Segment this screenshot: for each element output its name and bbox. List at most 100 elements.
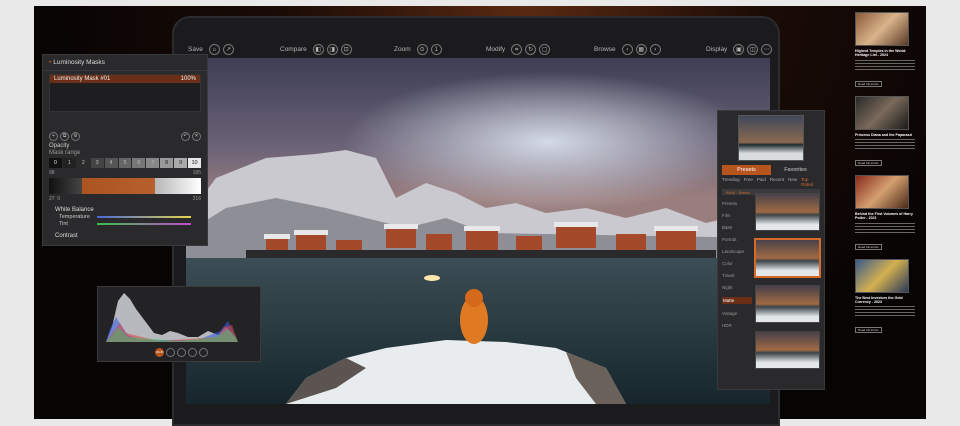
collapse-icon[interactable]: • <box>49 59 51 66</box>
delete-mask-icon[interactable]: ✕ <box>192 132 201 141</box>
category-item[interactable]: Landscape <box>722 249 752 254</box>
category-item[interactable]: Presets <box>722 201 752 206</box>
compare-label: Compare <box>280 46 307 53</box>
tab-favorites[interactable]: Favorites <box>771 165 820 175</box>
filter-free[interactable]: Free <box>744 177 753 187</box>
contrast-label: Contrast <box>55 233 78 239</box>
browse-prev-button[interactable]: ‹ <box>621 44 633 55</box>
filter-paid[interactable]: Paid <box>757 177 766 187</box>
transform-button[interactable]: ▢ <box>539 44 551 55</box>
range-selection <box>82 178 156 194</box>
add-mask-icon[interactable]: + <box>49 132 58 141</box>
browse-next-button[interactable]: › <box>649 44 661 55</box>
blue-channel-button[interactable] <box>188 348 197 357</box>
category-item[interactable]: Portrait <box>722 237 752 242</box>
filter-recent[interactable]: Recent <box>770 177 784 187</box>
category-item-active[interactable]: Matte <box>722 297 752 304</box>
undo-icon[interactable]: ↶ <box>181 132 190 141</box>
duplicate-mask-icon[interactable]: ⧉ <box>60 132 69 141</box>
save-button[interactable]: ⌂ <box>208 44 220 55</box>
crop-button[interactable]: ⌗ <box>511 44 523 55</box>
preset-thumbnail-selected[interactable] <box>755 239 820 277</box>
save-label: Save <box>188 46 203 53</box>
read-more-link[interactable]: Read full article <box>855 80 882 87</box>
range-9[interactable]: 9 <box>174 158 188 168</box>
filter-trending[interactable]: Trending <box>722 177 740 187</box>
main-photo[interactable] <box>186 58 770 404</box>
histogram-channel-buttons: RGB <box>155 348 208 357</box>
panel-title: • Luminosity Masks <box>43 55 207 71</box>
preset-thumbnail[interactable] <box>755 193 820 231</box>
range-8[interactable]: 8 <box>160 158 174 168</box>
histogram-panel: RGB <box>97 286 261 362</box>
category-item[interactable]: Film <box>722 213 752 218</box>
tab-presets[interactable]: Presets <box>722 165 771 175</box>
share-button[interactable]: ↗ <box>222 44 234 55</box>
compare-side-button[interactable]: ◨ <box>326 44 338 55</box>
rotate-button[interactable]: ↻ <box>525 44 537 55</box>
temperature-row: Temperature <box>59 214 191 220</box>
preset-browser: Presets Film B&W Portrait Landscape Colo… <box>722 193 820 385</box>
range-2[interactable]: 2 <box>76 158 90 168</box>
green-channel-button[interactable] <box>177 348 186 357</box>
gradient-left2-value: 0 <box>57 196 61 202</box>
tint-slider[interactable] <box>97 223 191 225</box>
tint-row: Tint <box>59 221 191 227</box>
settings-mask-icon[interactable]: ⚙ <box>71 132 80 141</box>
preset-preview <box>738 115 804 161</box>
tint-label: Tint <box>59 221 68 227</box>
news-title: Princess Diana and the Paparazzi <box>855 132 913 137</box>
range-0[interactable]: 0 <box>49 158 62 168</box>
category-item[interactable]: HDR <box>722 323 752 328</box>
temperature-slider[interactable] <box>97 216 191 218</box>
news-item[interactable]: The Best Investors the Gold Currency - 2… <box>855 258 915 337</box>
zoom-label: Zoom <box>394 46 411 53</box>
preset-thumbnail[interactable] <box>755 331 820 369</box>
luma-channel-button[interactable] <box>199 348 208 357</box>
histogram-graph <box>106 293 238 342</box>
display-full-button[interactable]: ◫ <box>747 44 759 55</box>
range-10[interactable]: 10 <box>188 158 201 168</box>
category-item[interactable]: B&W <box>722 225 752 230</box>
display-panels-button[interactable]: ▣ <box>733 44 745 55</box>
range-1[interactable]: 1 <box>62 158 76 168</box>
presets-panel: Presets Favorites Trending Free Paid Rec… <box>717 110 825 390</box>
read-more-link[interactable]: Read full article <box>855 159 882 166</box>
category-item[interactable]: Vintage <box>722 311 752 316</box>
news-text <box>855 138 915 151</box>
category-item[interactable]: Travel <box>722 273 752 278</box>
compare-split-button[interactable]: ◧ <box>312 44 324 55</box>
read-more-link[interactable]: Read full article <box>855 243 882 250</box>
filter-top-rated[interactable]: Top Rated <box>801 177 820 187</box>
mask-item[interactable]: Luminosity Mask #01 100% <box>50 75 200 83</box>
range-5[interactable]: 5 <box>118 158 132 168</box>
display-more-button[interactable]: ⋯ <box>761 44 773 55</box>
read-more-link[interactable]: Read full article <box>855 327 882 334</box>
news-item[interactable]: Behind the First Volumes of Harry Potter… <box>855 174 915 253</box>
mask-range-label: Mask range <box>49 150 81 156</box>
preset-categories: Presets Film B&W Portrait Landscape Colo… <box>722 193 752 385</box>
compare-toggle-button[interactable]: ⊡ <box>340 44 352 55</box>
news-item[interactable]: Highest Temples in the World: Heritage L… <box>855 12 915 90</box>
range-4[interactable]: 4 <box>104 158 118 168</box>
red-channel-button[interactable] <box>166 348 175 357</box>
mask-item-name: Luminosity Mask #01 <box>54 76 111 82</box>
zoom-100-button[interactable]: 1 <box>430 44 442 55</box>
zoom-fit-button[interactable]: ⊙ <box>416 44 428 55</box>
news-item[interactable]: Princess Diana and the Paparazzi Read fu… <box>855 95 915 169</box>
category-item[interactable]: Night <box>722 285 752 290</box>
display-label: Display <box>706 46 728 53</box>
news-image <box>855 95 909 130</box>
luminosity-range-slider[interactable] <box>49 178 201 194</box>
range-6[interactable]: 6 <box>132 158 146 168</box>
range-7[interactable]: 7 <box>146 158 160 168</box>
luminosity-masks-panel: • Luminosity Masks Luminosity Mask #01 10… <box>42 54 208 246</box>
category-item[interactable]: Color <box>722 261 752 266</box>
rgb-channel-button[interactable]: RGB <box>155 348 164 357</box>
gradient-right-value: 216 <box>192 196 201 202</box>
browse-grid-button[interactable]: ▦ <box>635 44 647 55</box>
filter-new[interactable]: New <box>788 177 797 187</box>
range-3[interactable]: 3 <box>90 158 104 168</box>
panel-title-text: Luminosity Masks <box>53 59 105 66</box>
preset-thumbnail[interactable] <box>755 285 820 323</box>
